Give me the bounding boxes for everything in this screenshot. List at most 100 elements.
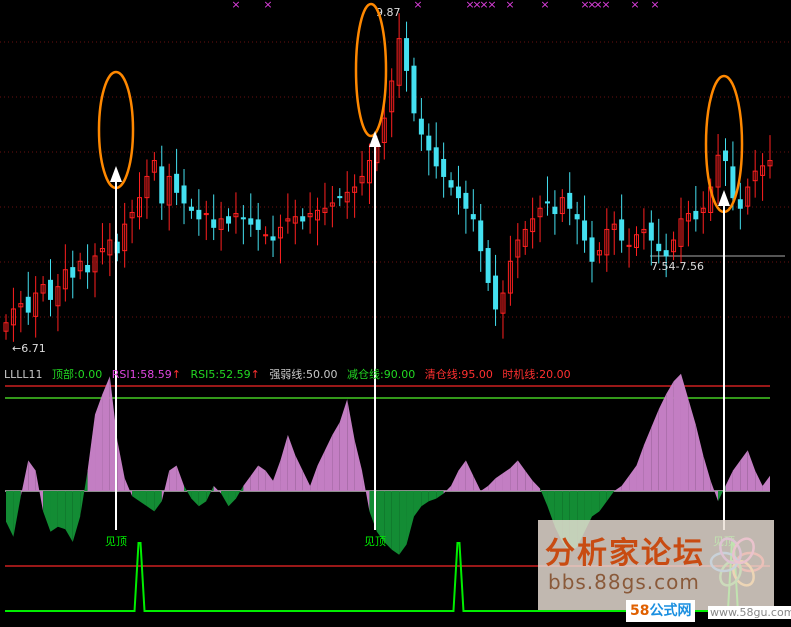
- rsi-area-segment: [161, 470, 170, 502]
- rsi-area-segment: [213, 485, 222, 494]
- candle-body: [248, 218, 254, 225]
- badge-58: 58: [630, 603, 650, 619]
- watermark-url: bbs.88gs.com: [548, 570, 700, 594]
- rsi-area-segment: [50, 491, 58, 532]
- rsi-area-segment: [599, 491, 607, 512]
- rsi-area-segment: [221, 491, 229, 507]
- rsi-area-segment: [517, 460, 526, 491]
- rsi-area-segment: [124, 478, 133, 497]
- candle-body: [196, 209, 202, 220]
- candle-body: [730, 166, 736, 199]
- top-marker: ×: [540, 0, 549, 11]
- candle-body: [418, 118, 424, 135]
- rsi-area-segment: [28, 460, 36, 491]
- candle-body: [188, 206, 194, 211]
- rsi-area-segment: [228, 491, 236, 507]
- rsi-area-segment: [6, 491, 14, 537]
- rsi-area-segment: [339, 399, 348, 491]
- top-signal-label: 见顶: [364, 535, 386, 548]
- range-price-label: 7.54-7.56: [651, 260, 704, 273]
- rsi-area-segment: [443, 485, 452, 494]
- candle-body: [478, 220, 484, 252]
- candle-body: [270, 236, 276, 241]
- rsi-area-segment: [629, 465, 637, 491]
- candle-body: [485, 248, 491, 283]
- candle-body: [656, 243, 662, 252]
- candle-body: [448, 180, 454, 188]
- rsi-area-segment: [532, 480, 541, 491]
- candle-body: [70, 267, 76, 278]
- low-price-label: ←6.71: [12, 342, 46, 355]
- rsi-area-segment: [317, 450, 325, 491]
- rsi-area-segment: [614, 485, 622, 491]
- rsi-area-segment: [413, 491, 422, 517]
- rsi-area-segment: [72, 491, 81, 542]
- indicator-name: LLLL11: [4, 368, 43, 381]
- rsi-area-segment: [176, 465, 185, 491]
- candle-body: [255, 219, 261, 230]
- rsi-area-segment: [651, 409, 659, 491]
- badge-gs: 公式网: [649, 603, 692, 619]
- candle-body: [567, 192, 573, 209]
- rsi-area-segment: [510, 460, 518, 491]
- indicator-legend: LLLL11 顶部:0.00 RSI1:58.59↑ RSI5:52.59↑ 强…: [4, 366, 577, 381]
- candle-body: [455, 186, 461, 199]
- rsi-area-segment: [488, 478, 496, 491]
- up-arrow-icon: [110, 166, 122, 182]
- candle-body: [441, 158, 447, 177]
- rsi-area-segment: [117, 440, 125, 491]
- candle-body: [463, 192, 469, 209]
- rsi-area-segment: [35, 470, 44, 512]
- top-marker: ×: [487, 0, 496, 11]
- candle-body: [174, 173, 180, 193]
- candle-body: [48, 279, 54, 300]
- rsi-area-segment: [473, 475, 481, 491]
- rsi-area-segment: [399, 491, 407, 555]
- rsi-area-segment: [206, 485, 214, 502]
- badge-58gs: 58公式网: [626, 600, 696, 622]
- rsi-area-segment: [666, 381, 674, 491]
- candle-body: [470, 214, 476, 220]
- rsi-area-segment: [332, 422, 340, 491]
- legend-top: 顶部:0.00: [52, 368, 103, 381]
- rsi-area-segment: [250, 465, 259, 491]
- candle-body: [226, 216, 232, 224]
- rsi-area-segment: [310, 465, 318, 491]
- candle-body: [25, 296, 31, 313]
- top-marker: ×: [263, 0, 272, 11]
- up-arrow-icon: [718, 190, 730, 206]
- rsi-area-segment: [591, 491, 600, 517]
- candle-body: [433, 147, 439, 167]
- rsi-area-segment: [502, 468, 511, 491]
- rsi-area-segment: [762, 475, 770, 491]
- rsi-area-segment: [710, 480, 719, 502]
- rsi-area-segment: [428, 491, 437, 502]
- rsi-area-segment: [421, 491, 429, 507]
- rsi-area-segment: [302, 470, 311, 491]
- rsi-area-segment: [184, 485, 192, 499]
- top-marker: ×: [231, 0, 240, 11]
- rsi-area-segment: [280, 434, 288, 491]
- candle-body: [552, 206, 558, 215]
- rsi-area-segment: [139, 491, 147, 507]
- rsi-area-segment: [740, 450, 748, 491]
- top-marker: ×: [601, 0, 610, 11]
- rsi-area-segment: [65, 491, 73, 542]
- legend-rsi1: RSI1:58.59: [111, 368, 172, 381]
- candle-body: [582, 220, 588, 241]
- rsi-area-segment: [295, 455, 303, 491]
- stock-chart-screen: ×××××××××××××××9.87←6.717.54-7.56见顶见顶见顶 …: [0, 0, 791, 627]
- rsi-area-segment: [102, 376, 110, 491]
- rsi-area-segment: [80, 470, 88, 517]
- rsi-area-segment: [87, 414, 96, 491]
- rsi-area-segment: [132, 491, 140, 502]
- rsi-area-segment: [480, 485, 489, 491]
- top-marker: ×: [505, 0, 514, 11]
- legend-timing: 时机线:20.00: [502, 368, 571, 381]
- rsi-area-segment: [57, 491, 66, 530]
- rsi-area-segment: [458, 460, 466, 491]
- rsi-area-segment: [695, 424, 704, 491]
- rsi-area-segment: [347, 399, 355, 491]
- candle-body: [648, 222, 654, 241]
- rsi-area-segment: [391, 491, 400, 555]
